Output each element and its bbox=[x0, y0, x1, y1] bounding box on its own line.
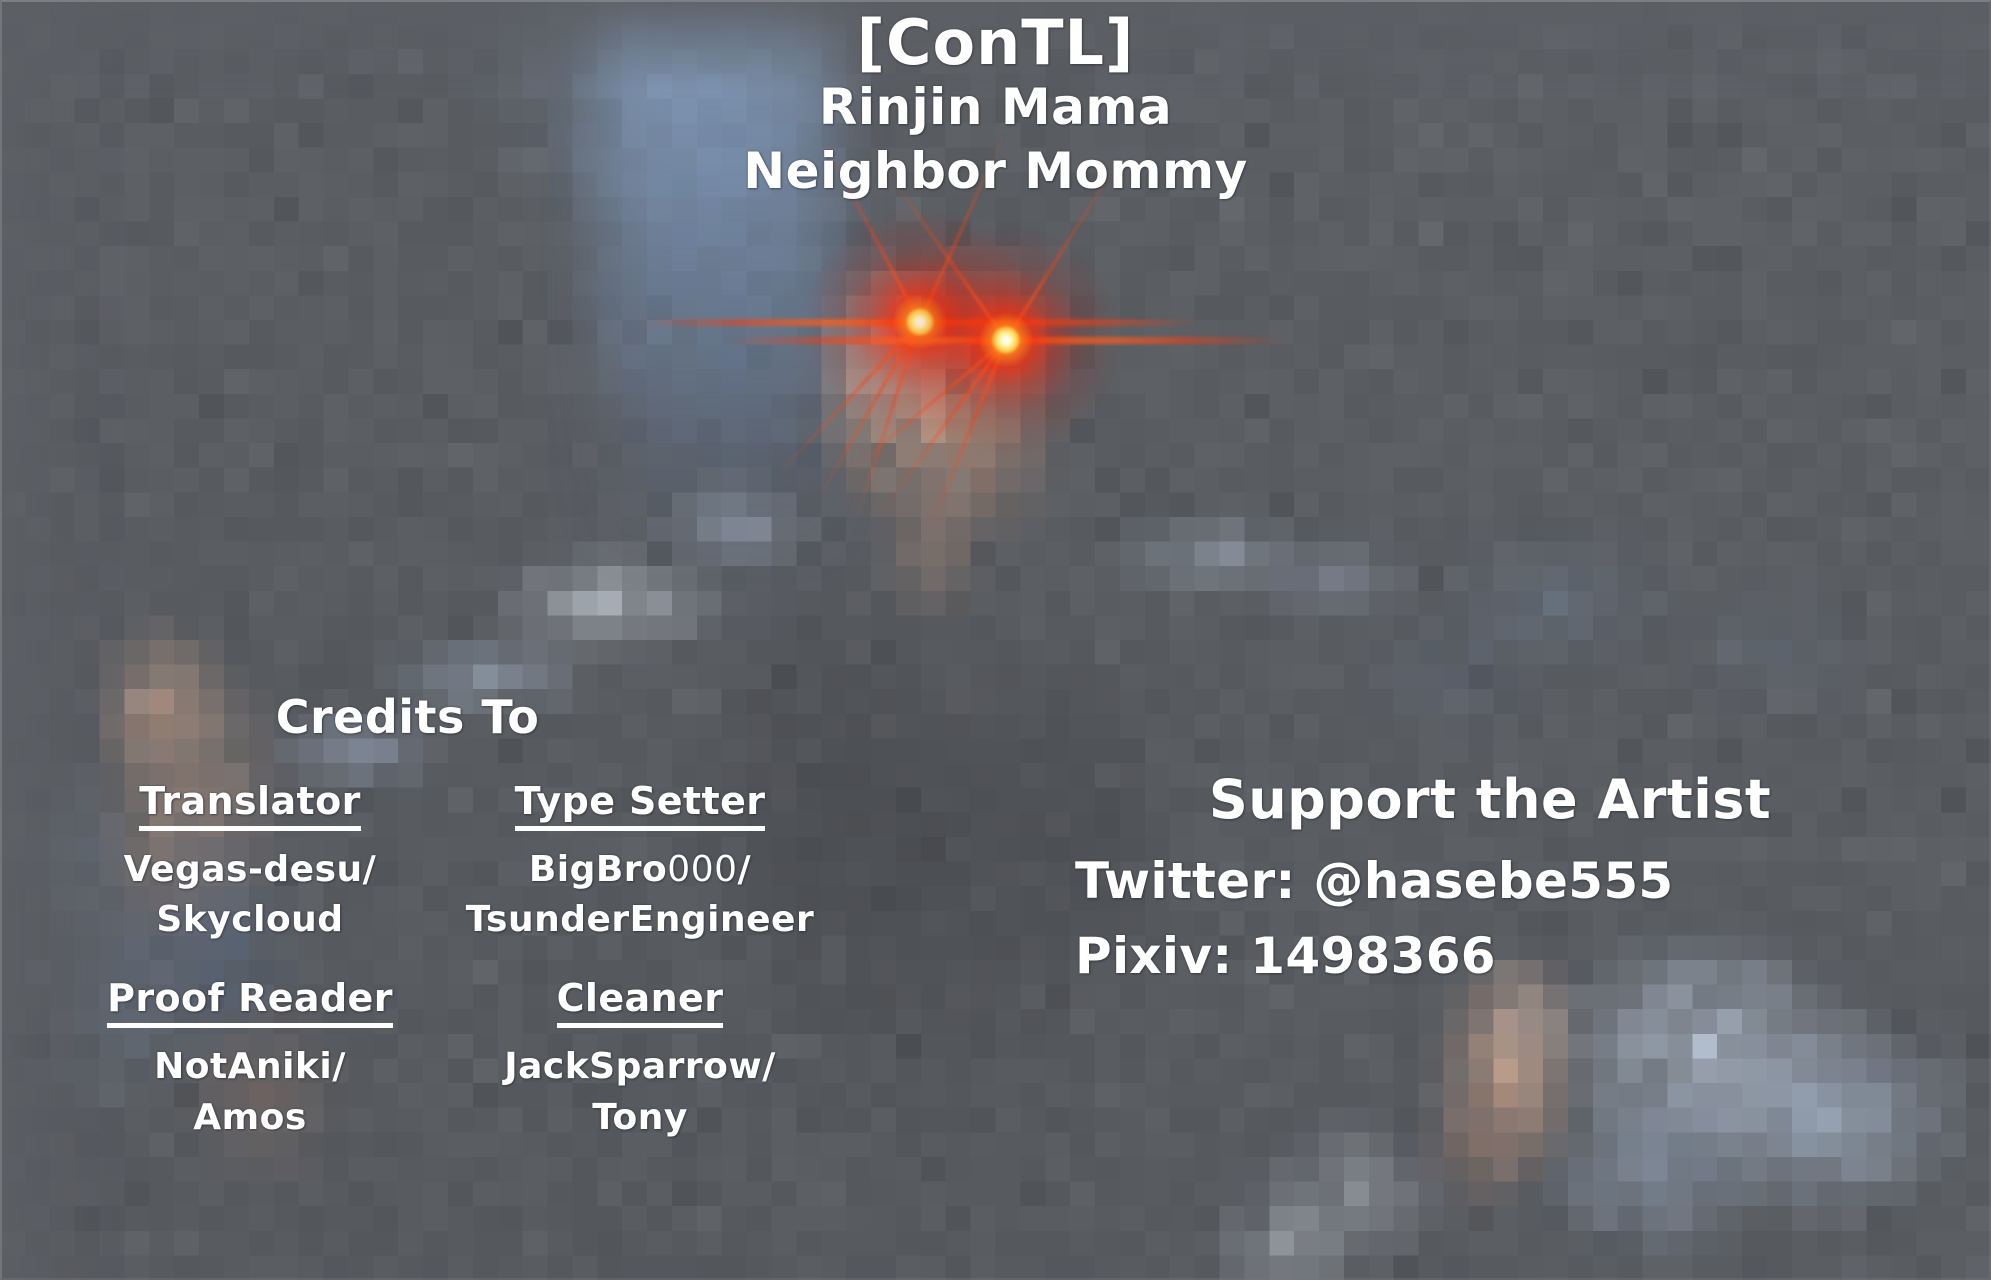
credit-name-line: Vegas-desu/ bbox=[123, 848, 377, 890]
credit-entry-cleaner: Cleaner JackSparrow/ Tony bbox=[450, 977, 830, 1142]
header-block: [ConTL] Rinjin Mama Neighbor Mommy bbox=[0, 10, 1991, 203]
credit-name-line: BigBro000/ bbox=[528, 848, 752, 890]
credit-names: NotAniki/ Amos bbox=[60, 1042, 440, 1143]
credit-name-line: NotAniki/ bbox=[154, 1046, 346, 1088]
credit-role-label: Proof Reader bbox=[107, 977, 393, 1029]
credit-name-line: Tony bbox=[592, 1096, 688, 1138]
artist-pixiv-line: Pixiv: 1498366 bbox=[1075, 927, 1496, 986]
text-overlay: [ConTL] Rinjin Mama Neighbor Mommy Credi… bbox=[0, 0, 1991, 1280]
credit-entry-type-setter: Type Setter BigBro000/ TsunderEngineer bbox=[450, 779, 830, 946]
support-artist-block: Support the Artist Twitter: @hasebe555 P… bbox=[1075, 770, 1905, 991]
credit-role-label: Cleaner bbox=[556, 977, 724, 1029]
group-tag: [ConTL] bbox=[856, 6, 1135, 79]
credits-heading: Credits To bbox=[275, 690, 540, 744]
credit-name-line: TsunderEngineer bbox=[465, 899, 815, 941]
credit-names: JackSparrow/ Tony bbox=[450, 1042, 830, 1143]
support-heading: Support the Artist bbox=[1208, 768, 1772, 831]
credit-names: Vegas-desu/ Skycloud bbox=[60, 845, 440, 946]
credit-entry-proof-reader: Proof Reader NotAniki/ Amos bbox=[60, 977, 440, 1142]
credit-name-light-digits: 000 bbox=[667, 848, 738, 890]
credit-name-line: Skycloud bbox=[156, 899, 344, 941]
credits-grid: Translator Vegas-desu/ Skycloud Type Set… bbox=[60, 779, 860, 1143]
credit-names: BigBro000/ TsunderEngineer bbox=[450, 845, 830, 946]
credit-role-label: Type Setter bbox=[514, 779, 766, 831]
artist-twitter-line: Twitter: @hasebe555 bbox=[1075, 852, 1674, 911]
credits-block: Credits To Translator Vegas-desu/ Skyclo… bbox=[60, 690, 860, 1143]
credit-role-label: Translator bbox=[139, 779, 361, 831]
title-romaji: Rinjin Mama bbox=[818, 78, 1173, 137]
credit-entry-translator: Translator Vegas-desu/ Skycloud bbox=[60, 779, 440, 946]
title-english: Neighbor Mommy bbox=[743, 142, 1248, 201]
credits-page: [ConTL] Rinjin Mama Neighbor Mommy Credi… bbox=[0, 0, 1991, 1280]
credit-name-line: JackSparrow/ bbox=[504, 1046, 776, 1088]
credit-name-line: Amos bbox=[193, 1096, 307, 1138]
